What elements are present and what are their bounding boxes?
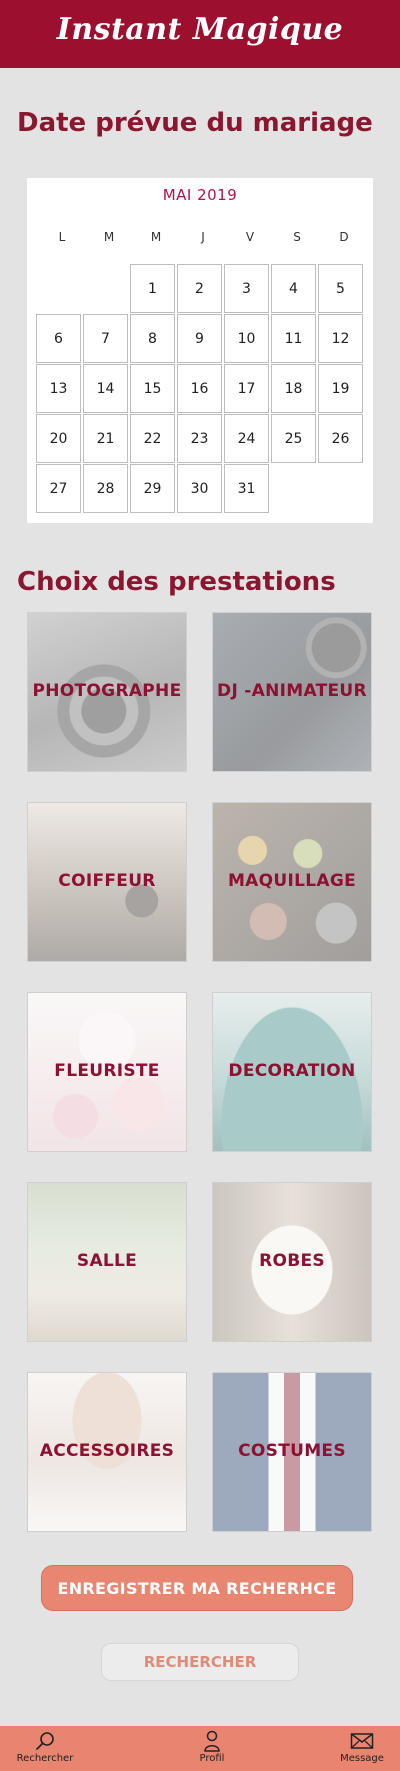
calendar-day[interactable]: 10 [224,314,269,363]
service-tile-decoration[interactable]: DECORATION [212,992,372,1152]
user-icon [204,1730,220,1752]
service-tile-photographe[interactable]: PHOTOGRAPHE [27,612,187,772]
service-tile-maquillage[interactable]: MAQUILLAGE [212,802,372,962]
calendar-day[interactable]: 4 [271,264,316,313]
calendar-day[interactable]: 25 [271,414,316,463]
service-tile-salle[interactable]: SALLE [27,1182,187,1342]
service-tile-fleuriste[interactable]: FLEURISTE [27,992,187,1152]
service-tile-coiffeur[interactable]: COIFFEUR [27,802,187,962]
calendar-day[interactable]: 17 [224,364,269,413]
service-label: DJ -ANIMATEUR [217,681,367,701]
calendar-day[interactable]: 11 [271,314,316,363]
calendar-day[interactable]: 24 [224,414,269,463]
service-label: MAQUILLAGE [227,871,357,891]
service-label: ROBES [259,1251,325,1271]
weekday-label: V [245,230,255,244]
service-label: COSTUMES [238,1441,346,1461]
calendar-day[interactable]: 29 [130,464,175,513]
save-search-button[interactable]: ENREGISTRER MA RECHERHCE [41,1565,353,1611]
bottom-navbar: Rechercher Profil Message [0,1726,400,1771]
app-title: Instant Magique [56,12,344,47]
nav-item-profil[interactable]: Profil [167,1730,257,1764]
weekday-label: L [58,230,66,244]
app-header: Instant Magique [0,0,400,68]
service-label: COIFFEUR [58,871,156,891]
nav-label: Message [340,1753,384,1764]
calendar-day[interactable]: 6 [36,314,81,363]
search-button[interactable]: RECHERCHER [101,1643,299,1681]
calendar-day[interactable]: 2 [177,264,222,313]
weekday-label: M [150,230,162,244]
calendar-day[interactable]: 20 [36,414,81,463]
calendar-day[interactable]: 9 [177,314,222,363]
search-icon [36,1732,54,1750]
nav-label: Profil [199,1753,225,1764]
calendar-day[interactable]: 31 [224,464,269,513]
services-section-title: Choix des prestations [17,567,336,597]
calendar-day[interactable]: 27 [36,464,81,513]
calendar-day[interactable]: 13 [36,364,81,413]
calendar-day[interactable]: 8 [130,314,175,363]
calendar-day[interactable]: 7 [83,314,128,363]
calendar-day[interactable]: 22 [130,414,175,463]
service-label: FLEURISTE [54,1061,160,1081]
calendar-month-label: MAI 2019 [162,186,238,204]
calendar: MAI 2019 L M M J V S D 1 2 3 4 5 6 7 8 9… [27,178,373,523]
calendar-day[interactable]: 14 [83,364,128,413]
service-tile-dj-animateur[interactable]: DJ -ANIMATEUR [212,612,372,772]
calendar-day[interactable]: 26 [318,414,363,463]
weekday-label: J [201,230,205,244]
calendar-day[interactable]: 15 [130,364,175,413]
calendar-day[interactable]: 28 [83,464,128,513]
service-label: SALLE [76,1251,138,1271]
calendar-day[interactable]: 21 [83,414,128,463]
service-label: ACCESSOIRES [39,1441,175,1461]
service-label: DECORATION [228,1061,356,1081]
service-tile-robes[interactable]: ROBES [212,1182,372,1342]
nav-label: Rechercher [16,1753,74,1764]
calendar-day[interactable]: 1 [130,264,175,313]
envelope-icon [350,1733,374,1749]
calendar-day[interactable]: 30 [177,464,222,513]
nav-item-rechercher[interactable]: Rechercher [0,1730,90,1764]
calendar-day[interactable]: 16 [177,364,222,413]
weekday-label: M [103,230,115,244]
weekday-label: S [293,230,301,244]
date-section-title: Date prévue du mariage [17,108,373,138]
calendar-day[interactable]: 18 [271,364,316,413]
service-tile-costumes[interactable]: COSTUMES [212,1372,372,1532]
calendar-day[interactable]: 23 [177,414,222,463]
service-tile-accessoires[interactable]: ACCESSOIRES [27,1372,187,1532]
service-label: PHOTOGRAPHE [32,681,182,701]
calendar-day[interactable]: 5 [318,264,363,313]
calendar-day[interactable]: 12 [318,314,363,363]
calendar-day[interactable]: 19 [318,364,363,413]
calendar-day[interactable]: 3 [224,264,269,313]
nav-item-message[interactable]: Message [324,1730,400,1764]
weekday-label: D [339,230,349,244]
